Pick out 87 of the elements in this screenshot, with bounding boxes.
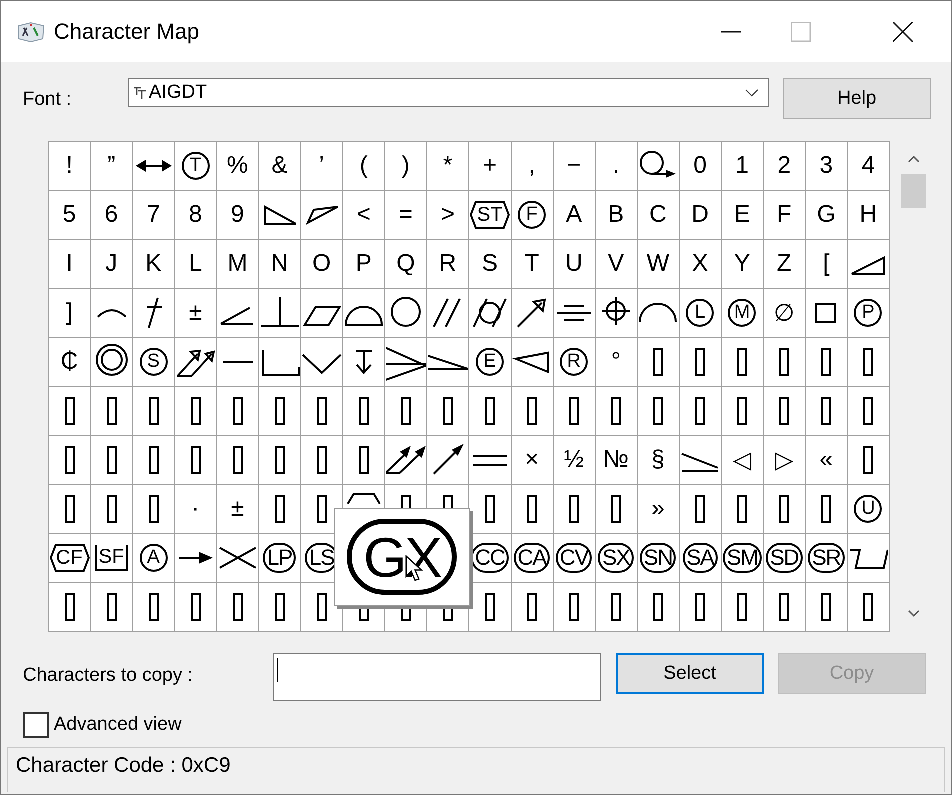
character-cell[interactable]: I [49,240,92,289]
character-cell[interactable]: F [512,191,554,240]
character-cell[interactable]: U [554,240,596,289]
character-cell[interactable]: K [133,240,176,289]
window-title: Character Map [54,18,200,44]
character-cell[interactable]: SF [91,534,134,583]
character-cell[interactable]: L [680,289,722,338]
character-cell[interactable]: A [554,191,596,240]
help-button[interactable]: Help [783,78,931,119]
character-cell[interactable]: ’ [301,142,344,191]
character-cell[interactable]: ) [385,142,428,191]
character-cell[interactable]: N [259,240,302,289]
character-cell[interactable]: ” [91,142,134,191]
select-button[interactable]: Select [616,653,764,694]
character-cell[interactable]: ± [217,485,260,534]
character-cell[interactable]: T [175,142,218,191]
character-cell[interactable]: R [427,240,470,289]
character-cell[interactable]: ( [343,142,386,191]
character-cell[interactable]: LP [259,534,302,583]
character-cell[interactable]: * [427,142,470,191]
character-cell[interactable]: , [512,142,554,191]
character-cell[interactable]: & [259,142,302,191]
character-cell[interactable]: H [848,191,890,240]
character-cell[interactable]: Y [722,240,764,289]
character-cell[interactable]: ▷ [764,436,806,485]
character-cell[interactable]: 0 [680,142,722,191]
advanced-view-label: Advanced view [54,714,182,736]
character-cell[interactable]: G [806,191,848,240]
character-cell[interactable]: . [596,142,638,191]
character-cell[interactable]: > [427,191,470,240]
character-cell[interactable]: = [385,191,428,240]
character-cell[interactable]: × [512,436,554,485]
character-cell[interactable]: E [469,338,512,387]
character-cell[interactable]: ] [49,289,92,338]
character-cell[interactable]: O [301,240,344,289]
character-cell[interactable]: L [175,240,218,289]
character-cell[interactable]: D [680,191,722,240]
character-cell[interactable]: S [469,240,512,289]
character-cell[interactable]: M [722,289,764,338]
character-cell[interactable]: 3 [806,142,848,191]
character-cell[interactable]: 8 [175,191,218,240]
character-cell[interactable]: ° [596,338,638,387]
status-bar: Character Code : 0xC9 [7,747,945,792]
character-cell[interactable]: [ [806,240,848,289]
character-cell[interactable]: 4 [848,142,890,191]
character-cell[interactable]: B [596,191,638,240]
character-cell[interactable]: Z [764,240,806,289]
character-cell[interactable]: T [512,240,554,289]
character-cell[interactable]: § [638,436,680,485]
character-cell[interactable]: − [554,142,596,191]
character-cell[interactable]: U [848,485,890,534]
character-cell[interactable]: P [343,240,386,289]
character-cell[interactable]: E [722,191,764,240]
font-label: Font : [23,89,73,111]
character-cell[interactable]: + [469,142,512,191]
character-cell[interactable]: № [596,436,638,485]
font-dropdown[interactable]: AIGDT [128,78,769,107]
character-cell[interactable]: S [133,338,176,387]
character-cell[interactable]: · [175,485,218,534]
character-cell[interactable]: % [217,142,260,191]
character-cell[interactable]: W [638,240,680,289]
character-cell[interactable]: A [133,534,176,583]
character-cell[interactable]: 5 [49,191,92,240]
character-cell[interactable]: ! [49,142,92,191]
character-cell[interactable]: ₵ [49,338,92,387]
characters-to-copy-label: Characters to copy : [23,665,194,687]
character-cell[interactable]: ± [175,289,218,338]
character-cell[interactable]: < [343,191,386,240]
character-cell[interactable]: 2 [764,142,806,191]
character-cell[interactable]: F [764,191,806,240]
character-cell[interactable]: ½ [554,436,596,485]
character-cell[interactable]: 9 [217,191,260,240]
character-cell[interactable]: J [91,240,134,289]
character-cell[interactable]: X [680,240,722,289]
character-cell[interactable]: 7 [133,191,176,240]
character-cell[interactable]: 6 [91,191,134,240]
character-cell[interactable]: » [638,485,680,534]
character-cell[interactable]: P [848,289,890,338]
character-cell[interactable]: V [596,240,638,289]
character-cell[interactable]: ◁ [722,436,764,485]
character-cell[interactable]: 1 [722,142,764,191]
character-cell[interactable]: « [806,436,848,485]
character-cell[interactable]: R [554,338,596,387]
character-cell[interactable]: ∅ [764,289,806,338]
character-cell[interactable]: M [217,240,260,289]
character-cell[interactable]: C [638,191,680,240]
character-cell[interactable]: Q [385,240,428,289]
